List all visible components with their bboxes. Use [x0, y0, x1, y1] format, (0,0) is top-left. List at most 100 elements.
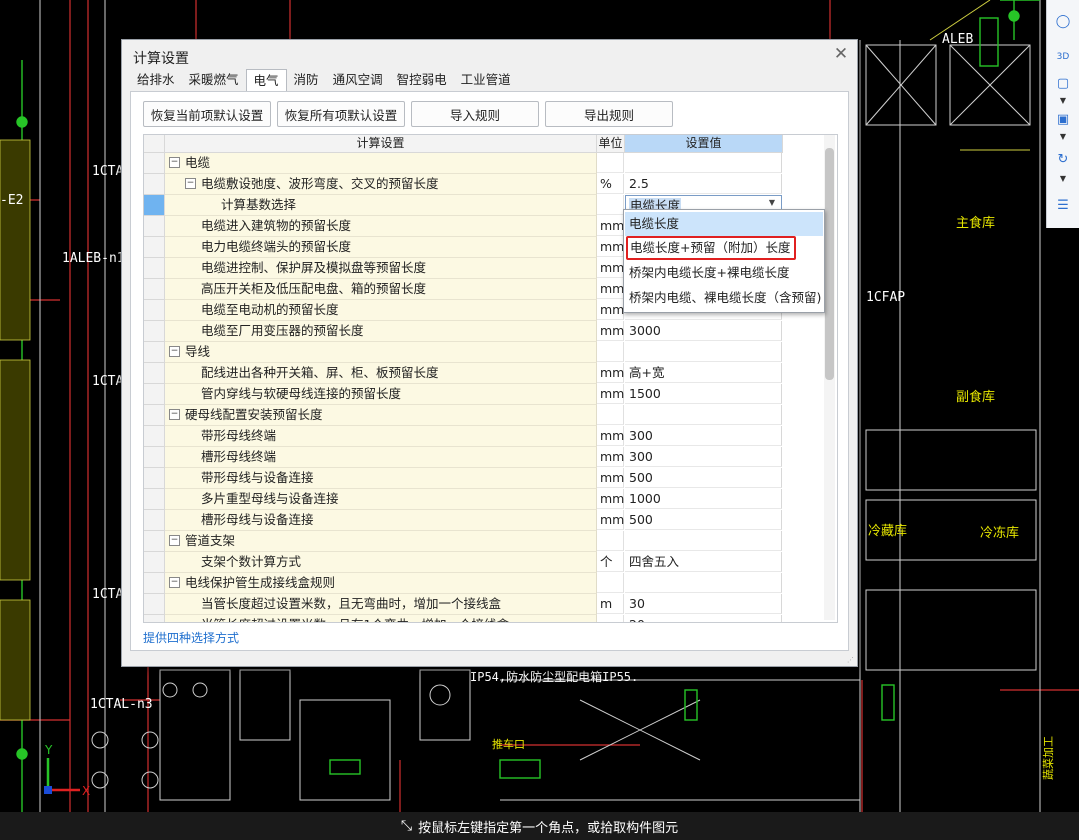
collapse-icon[interactable]: − — [169, 577, 180, 588]
cad-label-1cta-n3: 1CTAL-n3 — [90, 697, 153, 712]
table-row[interactable]: − 电缆 — [144, 153, 784, 174]
row-selector[interactable] — [144, 426, 165, 447]
tab-hvac[interactable]: 通风空调 — [326, 69, 390, 91]
row-value-cell[interactable]: 3000 — [625, 321, 782, 341]
table-row[interactable]: − 管道支架 — [144, 531, 784, 552]
table-row[interactable]: − 导线 — [144, 342, 784, 363]
row-value-cell[interactable]: 300 — [625, 426, 782, 446]
dropdown-option-tray-bare-with-reserve[interactable]: 桥架内电缆、裸电缆长度（含预留) — [625, 286, 823, 310]
row-value-cell[interactable]: 高+宽 — [625, 363, 782, 383]
row-selector[interactable] — [144, 531, 165, 552]
export-rules-button[interactable]: 导出规则 — [545, 101, 673, 127]
properties-icon[interactable]: ☰ — [1051, 194, 1075, 216]
hint-link[interactable]: 提供四种选择方式 — [143, 629, 239, 646]
row-selector[interactable] — [144, 384, 165, 405]
chevron-down-icon[interactable]: ▼ — [1056, 174, 1070, 184]
row-value-cell[interactable]: 四舍五入 — [625, 552, 782, 572]
tab-heating-gas[interactable]: 采暖燃气 — [182, 69, 246, 91]
table-row[interactable]: − 硬母线配置安装预留长度 — [144, 405, 784, 426]
cube-icon[interactable]: ▣ — [1051, 108, 1075, 130]
row-selector[interactable] — [144, 216, 165, 237]
row-label: 支架个数计算方式 — [201, 554, 302, 569]
collapse-icon[interactable]: − — [185, 178, 196, 189]
import-rules-button[interactable]: 导入规则 — [411, 101, 539, 127]
tab-plumbing[interactable]: 给排水 — [130, 69, 182, 91]
collapse-icon[interactable]: − — [169, 409, 180, 420]
table-row[interactable]: − 电缆敷设弛度、波形弯度、交叉的预留长度% 2.5 — [144, 174, 784, 195]
row-value-cell[interactable]: 300 — [625, 447, 782, 467]
table-row[interactable]: 电缆至厂用变压器的预留长度 mm 3000 — [144, 321, 784, 342]
restore-current-default-button[interactable]: 恢复当前项默认设置 — [143, 101, 271, 127]
row-name-cell: 管内穿线与软硬母线连接的预留长度 — [165, 384, 597, 405]
rotate-icon[interactable]: ↻ — [1051, 148, 1075, 170]
row-selector[interactable] — [144, 195, 165, 216]
table-row[interactable]: 配线进出各种开关箱、屏、柜、板预留长度 mm 高+宽 — [144, 363, 784, 384]
restore-all-default-button[interactable]: 恢复所有项默认设置 — [277, 101, 405, 127]
row-value-cell[interactable]: 500 — [625, 468, 782, 488]
tab-bar: 给排水 采暖燃气 电气 消防 通风空调 智控弱电 工业管道 — [130, 69, 518, 92]
cad-label-1aleb-n1: 1ALEB-n1 — [62, 251, 125, 266]
row-selector[interactable] — [144, 594, 165, 615]
3d-view-icon[interactable]: 3D — [1051, 46, 1075, 68]
table-row[interactable]: 槽形母线终端 mm 300 — [144, 447, 784, 468]
row-selector[interactable] — [144, 258, 165, 279]
row-selector[interactable] — [144, 153, 165, 174]
dropdown-option-tray-plus-bare[interactable]: 桥架内电缆长度+裸电缆长度 — [625, 261, 823, 285]
row-selector[interactable] — [144, 573, 165, 594]
table-row[interactable]: 带形母线终端 mm 300 — [144, 426, 784, 447]
row-selector[interactable] — [144, 447, 165, 468]
tab-fire[interactable]: 消防 — [287, 69, 326, 91]
collapse-icon[interactable]: − — [169, 346, 180, 357]
row-selector[interactable] — [144, 174, 165, 195]
row-selector[interactable] — [144, 363, 165, 384]
row-selector[interactable] — [144, 468, 165, 489]
row-selector[interactable] — [144, 237, 165, 258]
tab-electrical[interactable]: 电气 — [245, 69, 287, 92]
table-row[interactable]: 带形母线与设备连接 mm 500 — [144, 468, 784, 489]
svg-text:Y: Y — [44, 743, 53, 757]
chevron-down-icon[interactable]: ▼ — [1056, 132, 1070, 142]
row-value-cell[interactable]: 20 — [625, 615, 782, 622]
row-name-cell: 电缆至电动机的预留长度 — [165, 300, 597, 321]
close-icon[interactable]: ✕ — [832, 45, 850, 63]
row-unit-cell: % — [597, 174, 624, 194]
orbit-icon[interactable]: ◯ — [1051, 10, 1075, 32]
row-selector[interactable] — [144, 300, 165, 321]
row-selector[interactable] — [144, 342, 165, 363]
row-label: 电线保护管生成接线盒规则 — [185, 575, 336, 590]
dropdown-option-cable-plus-reserve[interactable]: 电缆长度+预留（附加）长度 — [626, 236, 796, 260]
view-toolbar: ◯ 3D ▢ ▼ ▣ ▼ ↻ ▼ ☰ — [1046, 0, 1079, 228]
table-row[interactable]: 支架个数计算方式 个四舍五入 — [144, 552, 784, 573]
row-selector[interactable] — [144, 510, 165, 531]
row-selector[interactable] — [144, 405, 165, 426]
row-value-cell[interactable]: 2.5 — [625, 174, 782, 194]
table-row[interactable]: 管内穿线与软硬母线连接的预留长度 mm 1500 — [144, 384, 784, 405]
tab-smart-weak-current[interactable]: 智控弱电 — [390, 69, 454, 91]
row-value-cell[interactable]: 500 — [625, 510, 782, 530]
row-selector[interactable] — [144, 552, 165, 573]
table-row[interactable]: − 电线保护管生成接线盒规则 — [144, 573, 784, 594]
row-value-cell[interactable]: 1500 — [625, 384, 782, 404]
row-value-cell[interactable]: 1000 — [625, 489, 782, 509]
row-selector[interactable] — [144, 489, 165, 510]
table-row[interactable]: 槽形母线与设备连接 mm 500 — [144, 510, 784, 531]
dropdown-option-cable-length[interactable]: 电缆长度 — [625, 212, 823, 236]
row-selector[interactable] — [144, 279, 165, 300]
table-row[interactable]: 多片重型母线与设备连接 mm 1000 — [144, 489, 784, 510]
collapse-icon[interactable]: − — [169, 157, 180, 168]
chevron-down-icon[interactable]: ▼ — [1056, 96, 1070, 106]
collapse-icon[interactable]: − — [169, 535, 180, 546]
row-selector[interactable] — [144, 615, 165, 622]
chevron-down-icon[interactable]: ▼ — [769, 198, 775, 207]
row-label: 电缆进入建筑物的预留长度 — [201, 218, 352, 233]
row-label: 高压开关柜及低压配电盘、箱的预留长度 — [201, 281, 427, 296]
row-value-cell[interactable]: 30 — [625, 594, 782, 614]
resize-grip-icon[interactable]: ⋰ — [847, 656, 855, 664]
view-box-icon[interactable]: ▢ — [1051, 72, 1075, 94]
row-unit-cell: mm — [597, 510, 624, 530]
tab-industrial-pipe[interactable]: 工业管道 — [454, 69, 518, 91]
scrollbar-thumb[interactable] — [825, 148, 834, 380]
table-row[interactable]: 当管长度超过设置米数，且无弯曲时，增加一个接线盒 m 30 — [144, 594, 784, 615]
table-row[interactable]: 当管长度超过设置米数，且有1个弯曲，增加一个接线盒 m20 — [144, 615, 784, 622]
row-selector[interactable] — [144, 321, 165, 342]
